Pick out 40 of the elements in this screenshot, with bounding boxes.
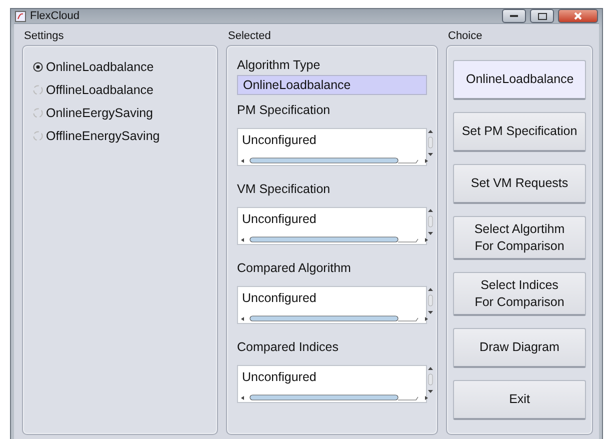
list-label: Compared Algorithm — [237, 261, 352, 275]
action-button[interactable]: Exit — [453, 380, 586, 420]
radio-button[interactable] — [33, 108, 43, 118]
action-button[interactable]: Select Indices For Comparison — [453, 272, 586, 316]
action-button[interactable]: Set VM Requests — [453, 164, 586, 204]
radio-button[interactable] — [33, 131, 43, 141]
close-icon — [574, 12, 582, 20]
vertical-scrollbar[interactable] — [426, 208, 435, 236]
field-label: Algorithm Type — [237, 58, 322, 72]
list-label: VM Specification — [237, 182, 332, 196]
list-item[interactable]: Unconfigured — [238, 208, 426, 226]
action-button[interactable]: Select Algortihm For Comparison — [453, 216, 586, 260]
radio-button[interactable] — [33, 62, 43, 72]
minimize-button[interactable] — [502, 9, 526, 23]
radio-button[interactable] — [33, 85, 43, 95]
vertical-scrollbar[interactable] — [426, 129, 435, 157]
action-button[interactable]: Set PM Specification — [453, 112, 586, 152]
list-item[interactable]: Unconfigured — [238, 366, 426, 384]
list-label: Compared Indices — [237, 340, 340, 354]
section-heading: Settings — [23, 30, 65, 44]
list-label: PM Specification — [237, 103, 332, 117]
action-button[interactable]: OnlineLoadbalance — [453, 60, 586, 100]
maximize-button[interactable] — [530, 9, 554, 23]
list-item[interactable]: Unconfigured — [238, 129, 426, 147]
vertical-scrollbar[interactable] — [426, 287, 435, 315]
app-icon — [15, 10, 26, 22]
maximize-icon — [538, 12, 546, 20]
radio-option[interactable]: OnlineEergySaving — [33, 106, 207, 120]
section-heading: Choice — [447, 30, 484, 44]
action-button[interactable]: Draw Diagram — [453, 328, 586, 368]
close-button[interactable] — [558, 9, 598, 23]
section-heading: Selected — [227, 30, 272, 44]
algorithm-type-field: OnlineLoadbalance — [237, 75, 427, 95]
window-title: FlexCloud — [30, 10, 80, 22]
minimize-icon — [510, 14, 518, 18]
radio-option[interactable]: OfflineEnergySaving — [33, 129, 207, 143]
list-item[interactable]: Unconfigured — [238, 287, 426, 305]
radio-option[interactable]: OnlineLoadbalance — [33, 60, 207, 74]
vertical-scrollbar[interactable] — [426, 366, 435, 394]
radio-option[interactable]: OfflineLoadbalance — [33, 83, 207, 97]
